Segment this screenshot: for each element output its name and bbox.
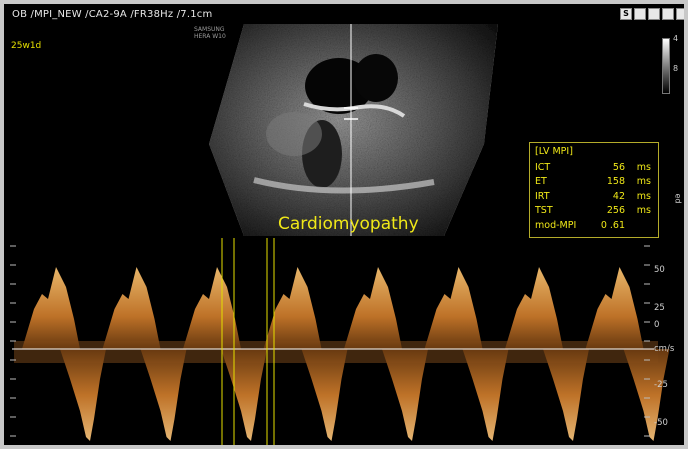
forward-flow-peak [102, 267, 161, 349]
mpi-row-et: ET 158 ms [535, 176, 651, 188]
mpi-row-tst: TST 256 ms [535, 205, 651, 217]
velocity-label-25: 25 [654, 303, 665, 313]
scale-top-mark: 4 [673, 34, 679, 43]
velocity-label-50: 50 [654, 265, 665, 275]
reverse-flow-peak [301, 349, 348, 441]
reverse-flow-peak [462, 349, 509, 441]
velocity-label-neg25: -25 [654, 380, 668, 390]
reverse-flow-peak [60, 349, 106, 441]
reverse-flow-peak [543, 349, 589, 441]
mpi-row-irt: IRT 42 ms [535, 190, 651, 202]
reverse-flow-peak [382, 349, 428, 441]
velocity-unit: cm/s [654, 344, 675, 354]
annotation-label: Cardiomyopathy [278, 214, 419, 234]
forward-flow-peak [263, 267, 322, 349]
forward-flow-peak [344, 267, 402, 349]
sector-field [209, 24, 498, 236]
forward-flow-peak [22, 267, 80, 349]
heart-chamber-right [354, 54, 398, 102]
mpi-title: [LV MPI] [535, 146, 573, 157]
brand-label: SAMSUNG HERA W10 [194, 26, 226, 40]
lv-mpi-panel: [LV MPI] ICT 56 ms ET 158 ms IRT 42 ms TST 256 m… [529, 142, 659, 238]
side-marker: ed [673, 193, 683, 204]
reverse-flow-peak [221, 349, 267, 441]
velocity-label-neg50: -50 [654, 418, 668, 428]
forward-flow-peak [505, 267, 563, 349]
forward-flow-peak [424, 267, 483, 349]
velocity-label-0: 0 [654, 320, 660, 330]
myocardium-echo [266, 112, 322, 156]
forward-flow-peak [585, 267, 644, 349]
scale-mid-mark: 8 [673, 64, 679, 73]
grayscale-bar [662, 38, 670, 94]
spectral-waveforms [14, 267, 670, 441]
doppler-spectrum [10, 238, 670, 445]
mpi-row-ict: ICT 56 ms [535, 161, 651, 173]
forward-flow-peak [183, 267, 241, 349]
ultrasound-screen: OB /MPI_NEW /CA2-9A /FR38Hz /7.1cm 25w1d… [4, 4, 684, 445]
reverse-flow-peak [140, 349, 187, 441]
mpi-row-mod-mpi: mod-MPI 0 .61 [535, 219, 625, 231]
